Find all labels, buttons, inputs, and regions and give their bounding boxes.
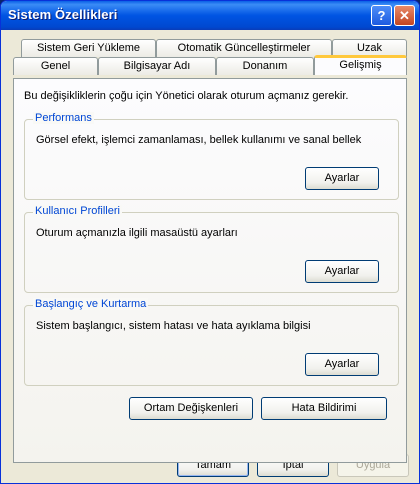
- group-title: Başlangıç ve Kurtarma: [33, 298, 149, 310]
- tab-label: Otomatik Güncelleştirmeler: [177, 42, 311, 54]
- tab-label: Uzak: [356, 42, 383, 54]
- advanced-tab-panel: Bu değişikliklerin çoğu için Yönetici ol…: [13, 78, 407, 463]
- button-label: Ayarlar: [324, 358, 360, 370]
- tab-sistem-geri-yukleme[interactable]: Sistem Geri Yükleme: [21, 39, 156, 57]
- window-title: Sistem Özellikleri: [8, 7, 118, 22]
- button-label: Ayarlar: [324, 172, 360, 184]
- admin-notice: Bu değişikliklerin çoğu için Yönetici ol…: [24, 90, 349, 102]
- button-label: Hata Bildirimi: [291, 402, 357, 414]
- startup-recovery-group: Başlangıç ve Kurtarma Sistem başlangıcı,…: [24, 298, 399, 386]
- performance-settings-button[interactable]: Ayarlar: [305, 167, 379, 190]
- help-button[interactable]: ?: [371, 5, 392, 26]
- tab-gelismis[interactable]: Gelişmiş: [314, 55, 407, 75]
- group-title: Kullanıcı Profilleri: [33, 205, 122, 217]
- user-profiles-group: Kullanıcı Profilleri Oturum açmanızla il…: [24, 205, 399, 293]
- tab-otomatik-guncellestirmeler[interactable]: Otomatik Güncelleştirmeler: [156, 39, 332, 57]
- tab-label: Donanım: [242, 60, 288, 72]
- startup-recovery-settings-button[interactable]: Ayarlar: [305, 353, 379, 376]
- tab-donanim[interactable]: Donanım: [216, 57, 314, 75]
- tab-label: Sistem Geri Yükleme: [36, 42, 141, 54]
- title-bar[interactable]: Sistem Özellikleri ? ✕: [1, 1, 419, 30]
- button-label: Ortam Değişkenleri: [143, 402, 239, 414]
- group-description: Oturum açmanızla ilgili masaüstü ayarlar…: [36, 227, 238, 239]
- tab-bilgisayar-adi[interactable]: Bilgisayar Adı: [98, 57, 216, 75]
- group-title: Performans: [33, 112, 94, 124]
- group-description: Görsel efekt, işlemci zamanlaması, belle…: [36, 134, 362, 146]
- environment-variables-button[interactable]: Ortam Değişkenleri: [129, 397, 253, 420]
- error-reporting-button[interactable]: Hata Bildirimi: [261, 397, 387, 420]
- group-description: Sistem başlangıcı, sistem hatası ve hata…: [36, 320, 311, 332]
- help-icon: ?: [377, 8, 386, 23]
- system-properties-window: Sistem Özellikleri ? ✕ Sistem Geri Yükle…: [0, 0, 420, 484]
- tab-label: Bilgisayar Adı: [123, 60, 191, 72]
- close-button[interactable]: ✕: [394, 5, 415, 26]
- performance-group: Performans Görsel efekt, işlemci zamanla…: [24, 112, 399, 200]
- button-label: Ayarlar: [324, 265, 360, 277]
- user-profiles-settings-button[interactable]: Ayarlar: [305, 260, 379, 283]
- tab-label: Genel: [40, 60, 71, 72]
- close-icon: ✕: [399, 8, 410, 23]
- tab-label: Gelişmiş: [339, 59, 382, 71]
- dialog-client-area: Sistem Geri Yükleme Otomatik Güncelleşti…: [1, 30, 419, 483]
- tab-genel[interactable]: Genel: [13, 57, 98, 75]
